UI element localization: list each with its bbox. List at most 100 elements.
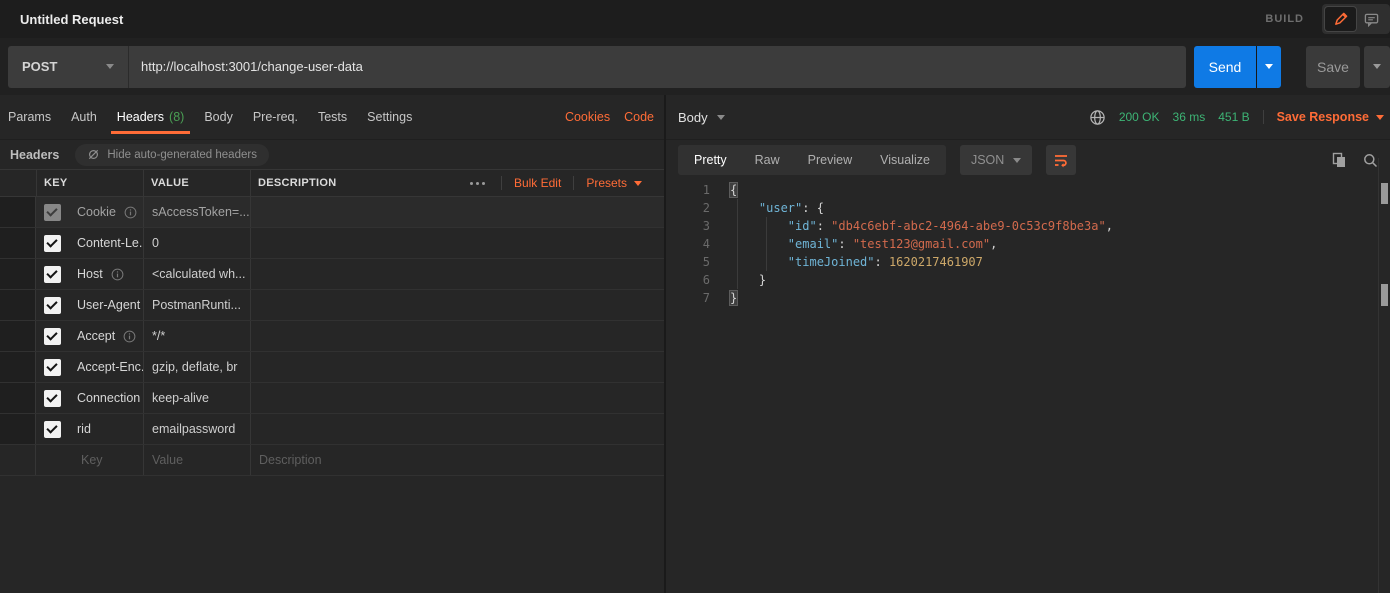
drag-handle-cell[interactable] [0, 259, 36, 289]
view-tab-visualize[interactable]: Visualize [866, 145, 944, 175]
method-select[interactable]: POST [8, 46, 128, 88]
header-description[interactable] [250, 414, 664, 444]
response-size[interactable]: 451 B [1218, 110, 1249, 124]
globe-icon[interactable] [1089, 109, 1106, 126]
header-key: rid [77, 422, 91, 436]
scrollbar-track[interactable] [1378, 158, 1390, 593]
header-value[interactable]: sAccessToken=... [143, 197, 250, 227]
search-icon[interactable] [1363, 153, 1378, 168]
indent-guide [737, 199, 738, 289]
response-body-viewer[interactable]: 1{2 "user": {3 "id": "db4c6ebf-abc2-4964… [666, 181, 1378, 593]
save-response-button[interactable]: Save Response [1277, 110, 1384, 124]
column-value: VALUE [143, 170, 250, 196]
header-row: Connectionkeep-alive [0, 383, 664, 414]
code-token: , [1106, 219, 1113, 233]
scrollbar-thumb[interactable] [1381, 284, 1388, 306]
tab-headers[interactable]: Headers (8) [107, 95, 195, 139]
drag-handle-cell[interactable] [0, 414, 36, 444]
key-cell[interactable]: Content-Le... [36, 228, 143, 258]
drag-handle-cell[interactable] [0, 352, 36, 382]
header-checkbox[interactable] [44, 235, 61, 252]
key-cell[interactable]: Accept-Enc... [36, 352, 143, 382]
drag-handle-cell[interactable] [0, 290, 36, 320]
request-bar: POST http://localhost:3001/change-user-d… [0, 38, 1390, 95]
save-options-button[interactable] [1364, 46, 1390, 88]
header-description[interactable] [250, 197, 664, 227]
description-input[interactable]: Description [250, 445, 664, 475]
comment-mode-button[interactable] [1356, 7, 1387, 31]
cookies-link[interactable]: Cookies [565, 110, 610, 124]
value-input[interactable]: Value [143, 445, 250, 475]
hide-autogenerated-toggle[interactable]: Hide auto-generated headers [75, 144, 269, 166]
tab-auth[interactable]: Auth [61, 95, 107, 139]
header-value[interactable]: PostmanRunti... [143, 290, 250, 320]
copy-icon[interactable] [1332, 152, 1347, 168]
format-select[interactable]: JSON [960, 145, 1032, 175]
more-options-icon[interactable] [466, 178, 489, 189]
drag-handle-cell[interactable] [0, 383, 36, 413]
status-badge[interactable]: 200 OK [1119, 110, 1160, 124]
header-value[interactable]: emailpassword [143, 414, 250, 444]
bulk-edit-button[interactable]: Bulk Edit [514, 176, 561, 190]
header-description[interactable] [250, 290, 664, 320]
view-tabs: Pretty Raw Preview Visualize [678, 145, 946, 175]
header-value[interactable]: 0 [143, 228, 250, 258]
tab-params[interactable]: Params [8, 95, 61, 139]
code-token: "id" [788, 219, 817, 233]
tab-body[interactable]: Body [194, 95, 243, 139]
info-icon[interactable] [111, 268, 124, 281]
drag-handle-cell[interactable] [0, 321, 36, 351]
save-split-button: Save [1306, 46, 1390, 88]
response-body-dropdown[interactable]: Body [678, 110, 725, 125]
edit-mode-button[interactable] [1325, 7, 1356, 31]
send-options-button[interactable] [1257, 46, 1281, 88]
key-cell[interactable]: Host [36, 259, 143, 289]
key-input[interactable]: Key [36, 445, 143, 475]
header-checkbox[interactable] [44, 359, 61, 376]
scrollbar-thumb[interactable] [1381, 183, 1388, 204]
header-description[interactable] [250, 383, 664, 413]
code-text: "id": "db4c6ebf-abc2-4964-abe9-0c53c9f8b… [710, 217, 1113, 235]
view-tab-pretty[interactable]: Pretty [680, 145, 741, 175]
header-description[interactable] [250, 259, 664, 289]
key-cell[interactable]: Cookie [36, 197, 143, 227]
info-icon[interactable] [123, 330, 136, 343]
header-value[interactable]: gzip, deflate, br [143, 352, 250, 382]
header-value[interactable]: keep-alive [143, 383, 250, 413]
key-cell[interactable]: Accept [36, 321, 143, 351]
header-checkbox[interactable] [44, 328, 61, 345]
headers-subheader: Headers Hide auto-generated headers [0, 140, 664, 169]
header-description[interactable] [250, 228, 664, 258]
header-checkbox[interactable] [44, 266, 61, 283]
drag-handle-cell[interactable] [0, 197, 36, 227]
tab-settings[interactable]: Settings [357, 95, 422, 139]
header-checkbox[interactable] [44, 421, 61, 438]
code-token: } [759, 273, 766, 287]
tab-pre-req[interactable]: Pre-req. [243, 95, 308, 139]
wrap-text-button[interactable] [1046, 145, 1076, 175]
line-number: 1 [666, 181, 710, 199]
response-time[interactable]: 36 ms [1173, 110, 1206, 124]
key-cell[interactable]: Connection [36, 383, 143, 413]
header-description[interactable] [250, 321, 664, 351]
tab-tests[interactable]: Tests [308, 95, 357, 139]
header-description[interactable] [250, 352, 664, 382]
url-input[interactable]: http://localhost:3001/change-user-data [129, 59, 1186, 74]
tab-label: Pre-req. [253, 110, 298, 124]
drag-handle-cell[interactable] [0, 228, 36, 258]
send-button[interactable]: Send [1194, 46, 1256, 88]
view-tab-preview[interactable]: Preview [794, 145, 866, 175]
header-value[interactable]: <calculated wh... [143, 259, 250, 289]
header-value[interactable]: */* [143, 321, 250, 351]
presets-button[interactable]: Presets [586, 176, 642, 190]
header-checkbox[interactable] [44, 204, 61, 221]
save-button[interactable]: Save [1306, 46, 1360, 88]
view-tab-raw[interactable]: Raw [741, 145, 794, 175]
key-cell[interactable]: rid [36, 414, 143, 444]
code-token [730, 237, 788, 251]
info-icon[interactable] [124, 206, 137, 219]
code-link[interactable]: Code [624, 110, 654, 124]
header-checkbox[interactable] [44, 390, 61, 407]
key-cell[interactable]: User-Agent [36, 290, 143, 320]
header-checkbox[interactable] [44, 297, 61, 314]
